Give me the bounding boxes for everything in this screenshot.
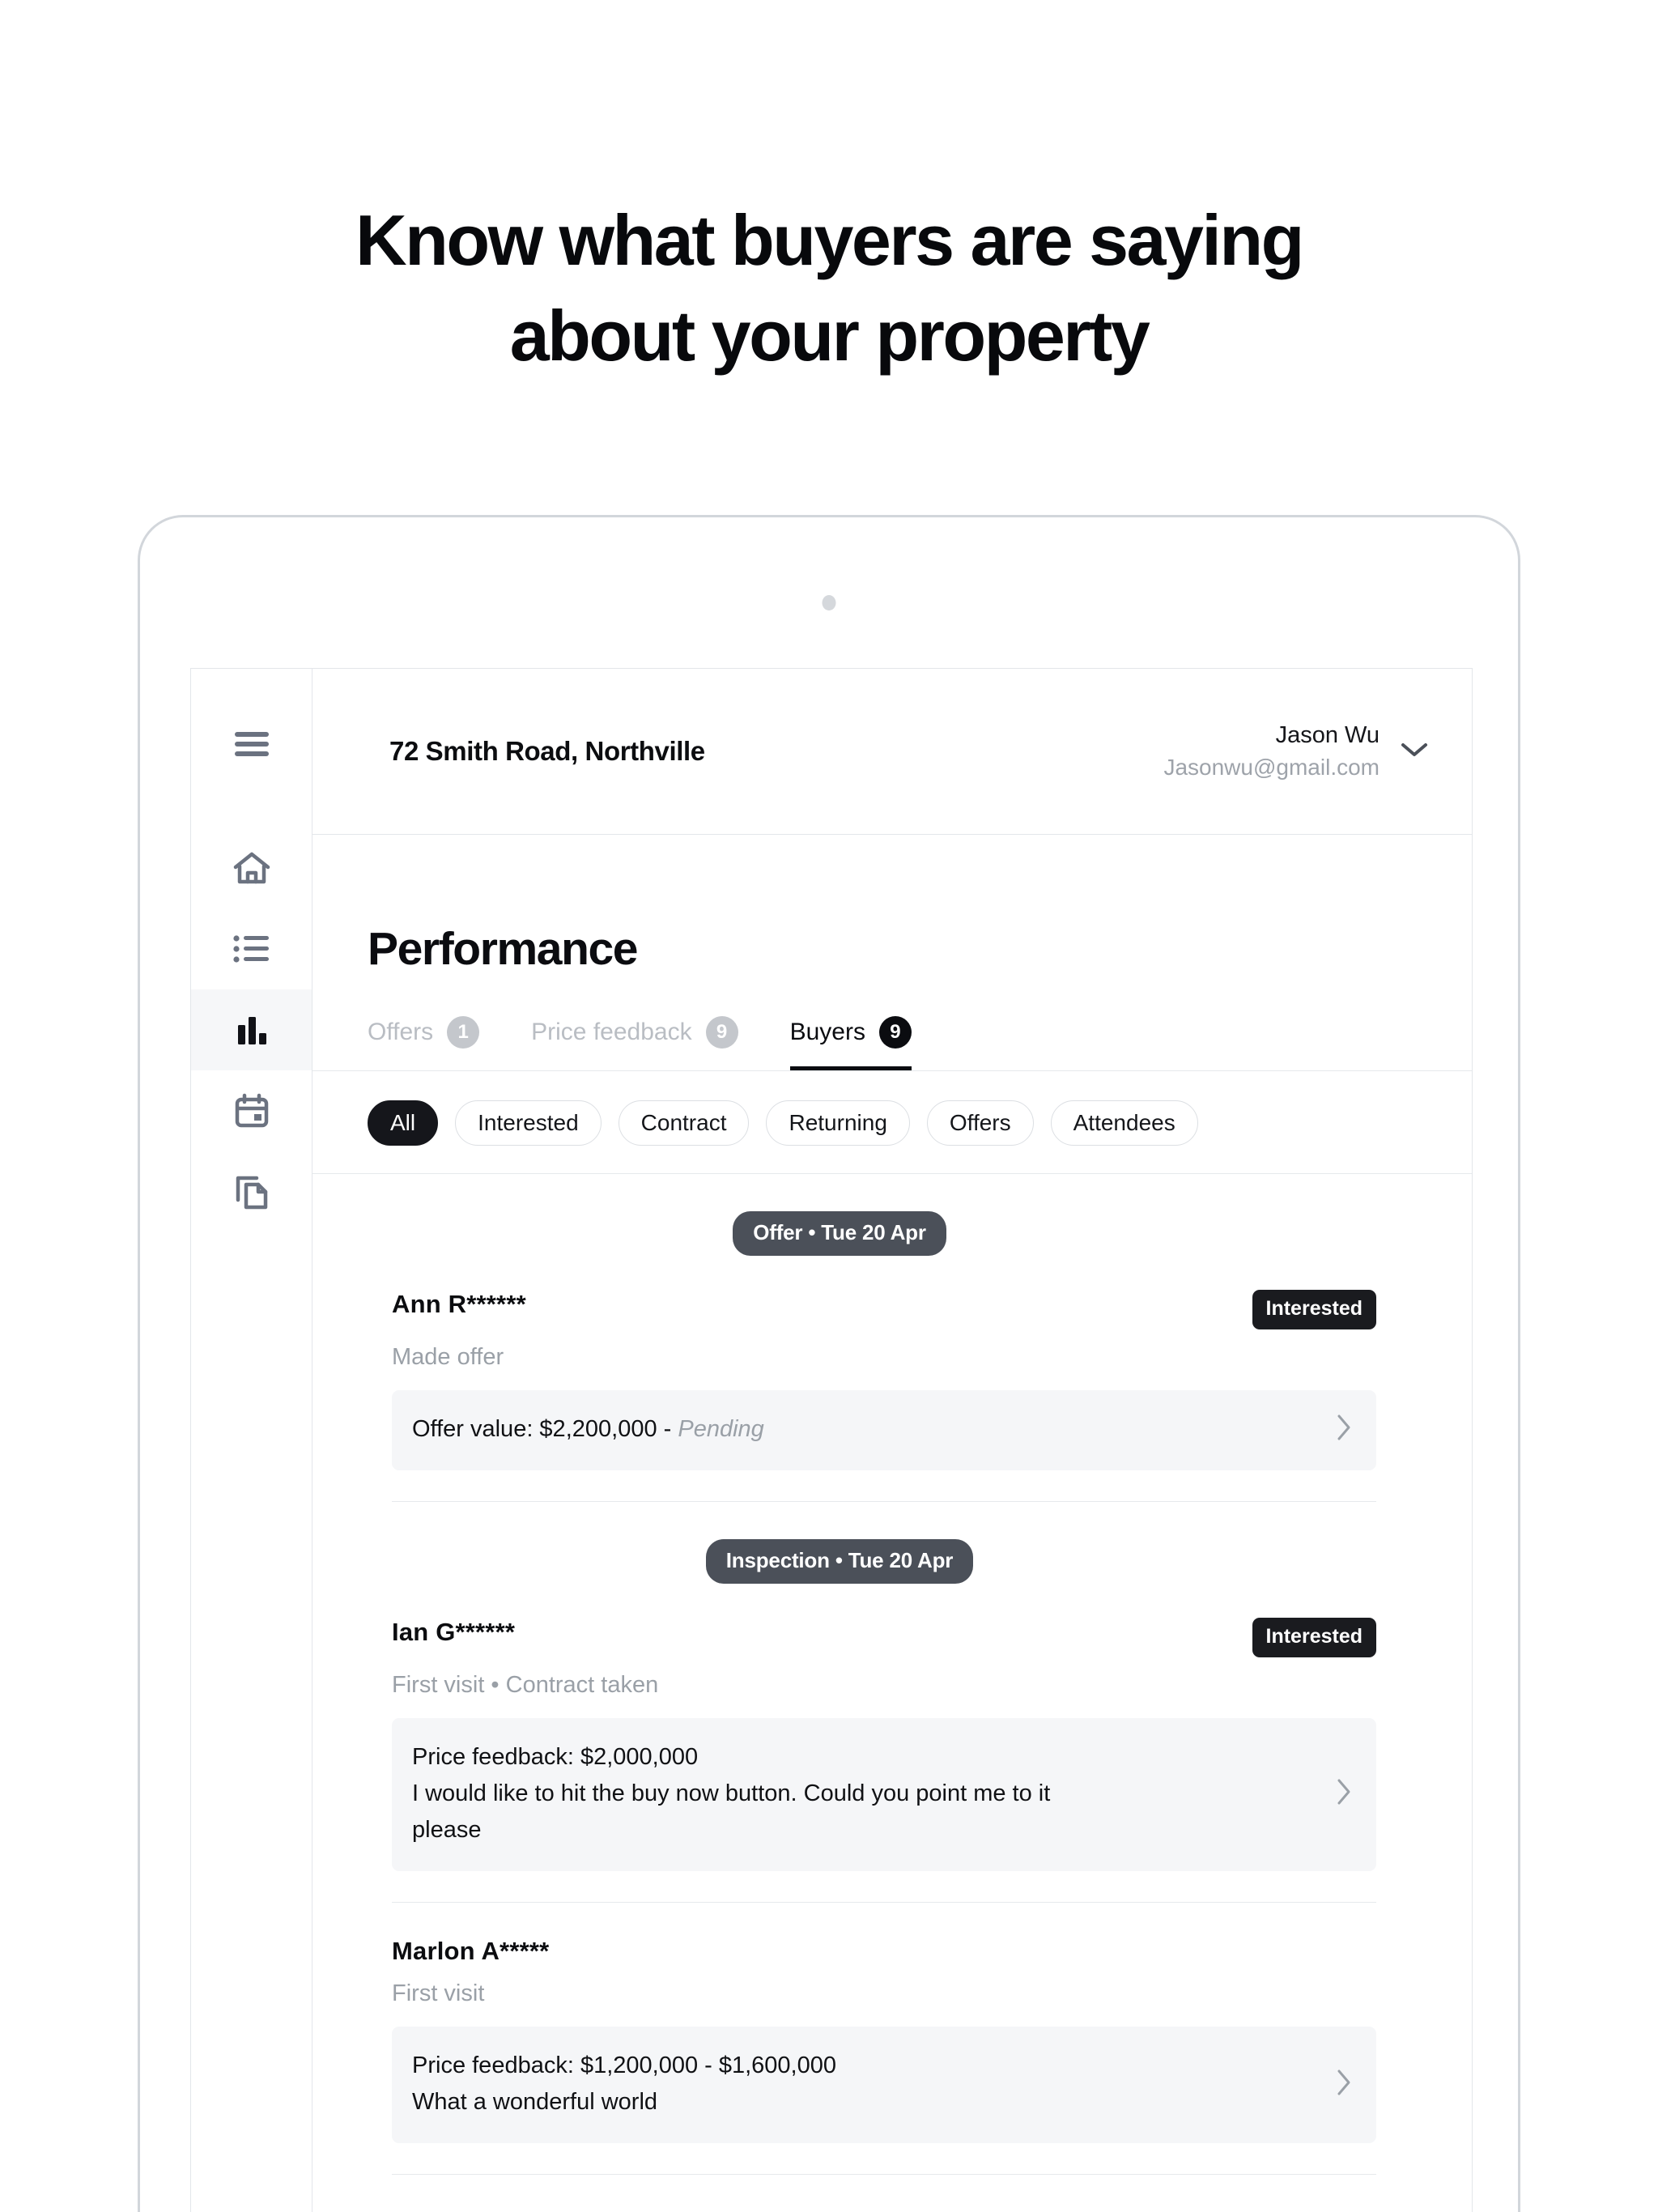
buyer-subtitle: Made offer	[392, 1344, 504, 1370]
tablet-device-frame: 72 Smith Road, Northville Jason Wu Jason…	[138, 515, 1520, 2212]
tab-offers-count: 1	[447, 1016, 480, 1049]
property-title: 72 Smith Road, Northville	[389, 736, 705, 766]
buyer-entry: Ann R****** Interested Made offer Offer …	[312, 1256, 1472, 1470]
user-email: Jasonwu@gmail.com	[1163, 755, 1380, 780]
list-icon	[232, 934, 270, 963]
headline-line-2: about your property	[509, 296, 1150, 376]
chevron-down-icon[interactable]	[1401, 742, 1428, 762]
buyer-detail-line-1: Offer value: $2,200,000 - Pending	[412, 1411, 1316, 1448]
tab-price-feedback-label: Price feedback	[531, 1019, 692, 1045]
buyer-detail-line-2: What a wonderful world	[412, 2089, 658, 2115]
sidebar-item-home[interactable]	[191, 827, 312, 908]
tab-buyers-count: 9	[878, 1016, 912, 1049]
status-badge: Interested	[1252, 1290, 1376, 1329]
sidebar-item-performance[interactable]	[191, 989, 312, 1070]
buyer-detail-line-1: Price feedback: $1,200,000 - $1,600,000	[412, 2052, 836, 2078]
date-pill-wrap: Offer • Tue 20 Apr	[312, 1211, 1472, 1256]
buyer-detail-row[interactable]: Price feedback: $2,000,000 I would like …	[392, 1718, 1376, 1871]
app-topbar: 72 Smith Road, Northville Jason Wu Jason…	[312, 669, 1472, 835]
buyer-detail-line-2: I would like to hit the buy now button. …	[412, 1780, 1051, 1806]
user-name: Jason Wu	[1275, 722, 1380, 748]
buyer-entry-header: Ann R****** Interested	[392, 1256, 1376, 1329]
filter-chips: All Interested Contract Returning Offers…	[312, 1071, 1472, 1174]
buyer-entry-header: Marlon A*****	[392, 1903, 1376, 1966]
offer-status-text: Pending	[678, 1416, 764, 1442]
camera-dot-icon	[822, 595, 836, 610]
chevron-right-icon[interactable]	[1336, 1778, 1352, 1810]
headline-line-1: Know what buyers are saying	[355, 200, 1304, 280]
tab-price-feedback-count: 9	[705, 1016, 738, 1049]
date-pill: Offer • Tue 20 Apr	[733, 1211, 946, 1256]
filter-chip-offers[interactable]: Offers	[926, 1100, 1034, 1146]
entry-divider	[392, 2174, 1376, 2175]
buyer-detail-line-3: please	[412, 1817, 482, 1843]
user-info: Jason Wu Jasonwu@gmail.com	[1163, 719, 1380, 784]
hamburger-menu-icon	[234, 730, 270, 758]
buyer-entry-header: Ian G****** Interested	[392, 1584, 1376, 1657]
filter-chip-interested[interactable]: Interested	[455, 1100, 602, 1146]
home-icon	[233, 851, 270, 885]
user-menu[interactable]: Jason Wu Jasonwu@gmail.com	[1163, 719, 1428, 784]
buyer-name: Marlon A*****	[392, 1937, 550, 1965]
tab-offers-label: Offers	[368, 1019, 434, 1045]
promo-page: Know what buyers are saying about your p…	[0, 0, 1658, 2212]
date-pill-wrap: Inspection • Tue 20 Apr	[312, 1539, 1472, 1584]
buyer-name: Ann R******	[392, 1290, 526, 1318]
offer-value-text: Offer value: $2,200,000 -	[412, 1416, 678, 1442]
tab-buyers-label: Buyers	[789, 1019, 865, 1045]
filter-chip-contract[interactable]: Contract	[618, 1100, 750, 1146]
performance-tabs: Offers 1 Price feedback 9 Buyers 9	[312, 976, 1472, 1071]
status-badge: Interested	[1252, 1618, 1376, 1657]
feed-group: Offer • Tue 20 Apr Ann R****** Intereste…	[312, 1174, 1472, 1502]
filter-chip-all[interactable]: All	[368, 1100, 439, 1146]
date-pill: Inspection • Tue 20 Apr	[705, 1539, 974, 1584]
app-screen: 72 Smith Road, Northville Jason Wu Jason…	[190, 668, 1473, 2212]
tab-buyers[interactable]: Buyers 9	[789, 1016, 912, 1070]
buyer-detail-row[interactable]: Price feedback: $1,200,000 - $1,600,000 …	[392, 2027, 1376, 2143]
filter-chip-returning[interactable]: Returning	[766, 1100, 910, 1146]
documents-icon	[234, 1173, 270, 1210]
buyer-entry: Ian G****** Interested First visit • Con…	[312, 1584, 1472, 1871]
app-sidebar	[191, 669, 312, 2212]
buyer-detail-row[interactable]: Offer value: $2,200,000 - Pending	[392, 1390, 1376, 1470]
chevron-right-icon[interactable]	[1336, 2069, 1352, 2100]
page-title: Performance	[368, 923, 638, 975]
bar-chart-icon	[235, 1014, 269, 1046]
tab-offers[interactable]: Offers 1	[368, 1016, 480, 1070]
chevron-right-icon[interactable]	[1336, 1414, 1352, 1445]
sidebar-item-calendar[interactable]	[191, 1070, 312, 1151]
buyer-name: Ian G******	[392, 1618, 516, 1646]
buyer-subtitle: First visit • Contract taken	[392, 1672, 659, 1698]
buyer-subtitle: First visit	[392, 1980, 485, 2006]
filter-chip-attendees[interactable]: Attendees	[1050, 1100, 1198, 1146]
buyers-feed: Offer • Tue 20 Apr Ann R****** Intereste…	[312, 1174, 1472, 2212]
feed-group: Inspection • Tue 20 Apr Ian G****** Inte…	[312, 1502, 1472, 2175]
buyer-detail-lines: Price feedback: $2,000,000 I would like …	[412, 1739, 1316, 1848]
sidebar-item-listings[interactable]	[191, 908, 312, 989]
tab-price-feedback[interactable]: Price feedback 9	[531, 1016, 738, 1070]
sidebar-item-menu[interactable]	[191, 700, 312, 789]
buyer-detail-lines: Price feedback: $1,200,000 - $1,600,000 …	[412, 2048, 1316, 2121]
app-body: Performance Offers 1 Price feedback 9 Bu…	[312, 835, 1472, 2212]
calendar-icon	[234, 1093, 270, 1129]
page-headline: Know what buyers are saying about your p…	[0, 193, 1658, 384]
buyer-entry: Marlon A***** First visit Price feedback…	[312, 1903, 1472, 2143]
sidebar-item-documents[interactable]	[191, 1151, 312, 1232]
app-main: 72 Smith Road, Northville Jason Wu Jason…	[312, 669, 1472, 2212]
buyer-detail-line-1: Price feedback: $2,000,000	[412, 1744, 699, 1770]
buyer-detail-lines: Offer value: $2,200,000 - Pending	[412, 1411, 1316, 1448]
